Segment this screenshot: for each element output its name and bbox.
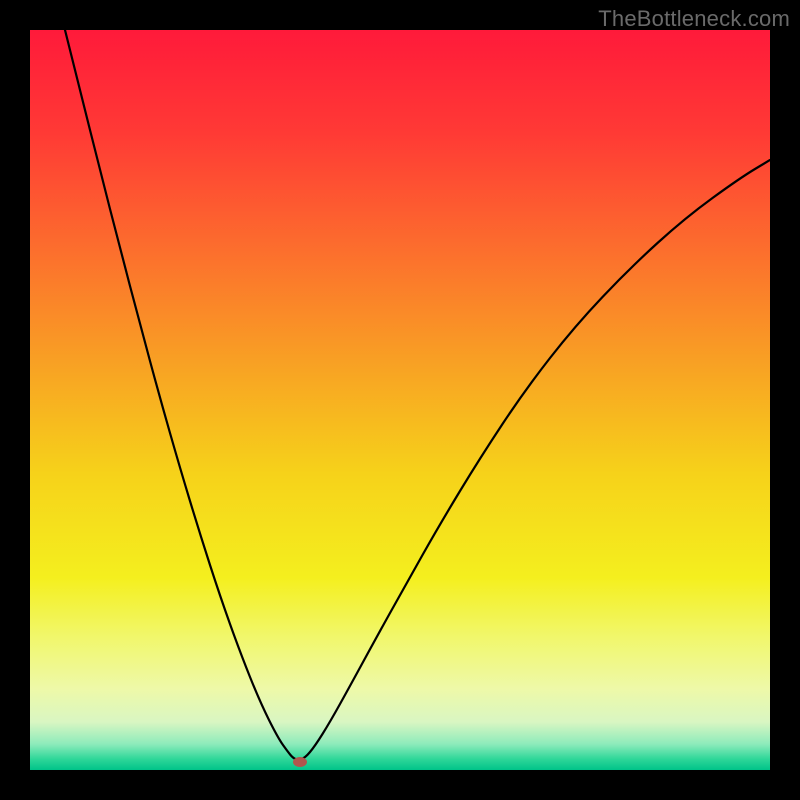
plot-area (30, 30, 770, 770)
gradient-background (30, 30, 770, 770)
optimum-marker (293, 757, 307, 767)
chart-frame: TheBottleneck.com (0, 0, 800, 800)
watermark-text: TheBottleneck.com (598, 6, 790, 32)
chart-svg (30, 30, 770, 770)
